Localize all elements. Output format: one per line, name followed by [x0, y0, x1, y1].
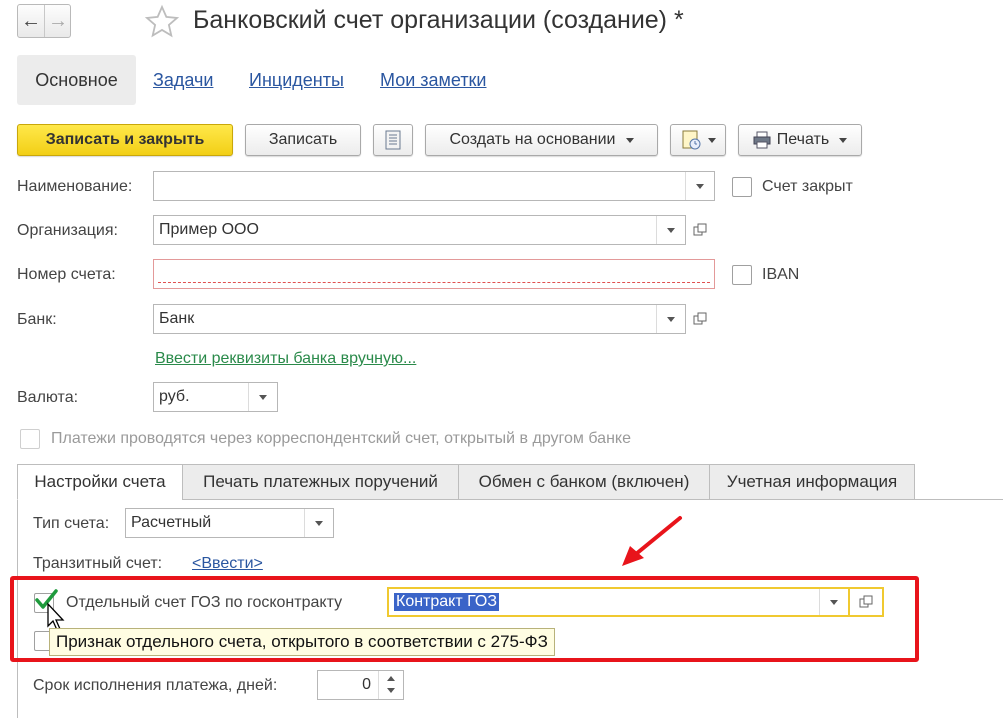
- account-type-value: Расчетный: [131, 514, 212, 531]
- tab-incidents[interactable]: Инциденты: [249, 70, 344, 91]
- account-closed-checkbox[interactable]: [732, 177, 752, 197]
- back-arrow-icon[interactable]: ←: [18, 5, 45, 37]
- print-button[interactable]: Печать: [738, 124, 862, 156]
- bank-value: Банк: [159, 310, 195, 327]
- organization-label: Организация:: [17, 222, 118, 239]
- payment-term-value: 0: [362, 676, 371, 693]
- name-label: Наименование:: [17, 178, 133, 195]
- report-clock-icon: [682, 130, 700, 150]
- chevron-down-icon: [839, 137, 848, 143]
- account-type-dropdown-button[interactable]: [304, 509, 333, 537]
- create-based-on-label: Создать на основании: [449, 131, 616, 148]
- currency-dropdown-button[interactable]: [248, 383, 277, 411]
- chevron-down-icon: [707, 137, 716, 143]
- organization-dropdown-button[interactable]: [656, 216, 685, 244]
- tab-tasks[interactable]: Задачи: [153, 70, 213, 91]
- name-dropdown-button[interactable]: [685, 172, 714, 200]
- tab-bank-exchange[interactable]: Обмен с банком (включен): [458, 464, 710, 500]
- tab-my-notes[interactable]: Мои заметки: [380, 70, 487, 91]
- goz-tooltip: Признак отдельного счета, открытого в со…: [49, 628, 555, 656]
- tab-main[interactable]: Основное: [17, 55, 136, 105]
- red-arrow-annotation: [622, 516, 682, 566]
- currency-value: руб.: [159, 388, 190, 405]
- payment-term-label: Срок исполнения платежа, дней:: [33, 677, 278, 694]
- organization-value: Пример ООО: [159, 221, 259, 238]
- goz-contract-field[interactable]: Контракт ГОЗ: [387, 587, 850, 617]
- print-label: Печать: [776, 131, 830, 148]
- iban-checkbox[interactable]: [732, 265, 752, 285]
- corr-account-label: Платежи проводятся через корреспондентск…: [51, 430, 631, 447]
- transit-account-link[interactable]: <Ввести>: [192, 555, 263, 573]
- create-based-on-button[interactable]: Создать на основании: [425, 124, 658, 156]
- corr-account-checkbox: [20, 429, 40, 449]
- bank-label: Банк:: [17, 311, 57, 328]
- organization-field[interactable]: Пример ООО: [153, 215, 686, 245]
- name-field[interactable]: [153, 171, 715, 201]
- required-underline: [158, 282, 710, 283]
- tab-account-settings[interactable]: Настройки счета: [17, 464, 183, 500]
- account-type-field[interactable]: Расчетный: [125, 508, 334, 538]
- forward-arrow-icon[interactable]: →: [45, 5, 71, 37]
- goz-label: Отдельный счет ГОЗ по госконтракту: [66, 594, 343, 611]
- chevron-down-icon: [625, 137, 634, 143]
- stepper-down-icon[interactable]: [387, 688, 395, 693]
- account-type-label: Тип счета:: [33, 515, 110, 532]
- bank-field[interactable]: Банк: [153, 304, 686, 334]
- bank-dropdown-button[interactable]: [656, 305, 685, 333]
- transit-account-label: Транзитный счет:: [33, 555, 163, 572]
- stepper-up-icon[interactable]: [387, 676, 395, 681]
- payment-term-field[interactable]: 0: [317, 670, 404, 700]
- open-bank-icon[interactable]: [686, 304, 714, 334]
- list-icon-button[interactable]: [373, 124, 413, 156]
- account-number-field[interactable]: [153, 259, 715, 289]
- nav-buttons: ← →: [17, 4, 71, 38]
- favorite-star-icon[interactable]: [144, 4, 180, 45]
- tab-payment-print[interactable]: Печать платежных поручений: [182, 464, 459, 500]
- goz-contract-dropdown-button[interactable]: [819, 589, 848, 615]
- account-number-label: Номер счета:: [17, 266, 116, 283]
- reports-button[interactable]: [670, 124, 726, 156]
- bank-manual-link[interactable]: Ввести реквизиты банка вручную...: [155, 350, 416, 368]
- save-button[interactable]: Записать: [245, 124, 361, 156]
- page-title: Банковский счет организации (создание) *: [193, 6, 684, 34]
- printer-icon: [753, 131, 771, 149]
- save-and-close-button[interactable]: Записать и закрыть: [17, 124, 233, 156]
- account-closed-label: Счет закрыт: [762, 178, 853, 195]
- open-organization-icon[interactable]: [686, 215, 714, 245]
- currency-field[interactable]: руб.: [153, 382, 278, 412]
- currency-label: Валюта:: [17, 389, 79, 406]
- tab-accounting-info[interactable]: Учетная информация: [709, 464, 915, 500]
- goz-contract-value: Контракт ГОЗ: [394, 593, 500, 611]
- document-list-icon: [385, 130, 401, 150]
- iban-label: IBAN: [762, 266, 800, 283]
- stepper-buttons[interactable]: [378, 671, 403, 699]
- open-goz-contract-icon[interactable]: [850, 587, 884, 617]
